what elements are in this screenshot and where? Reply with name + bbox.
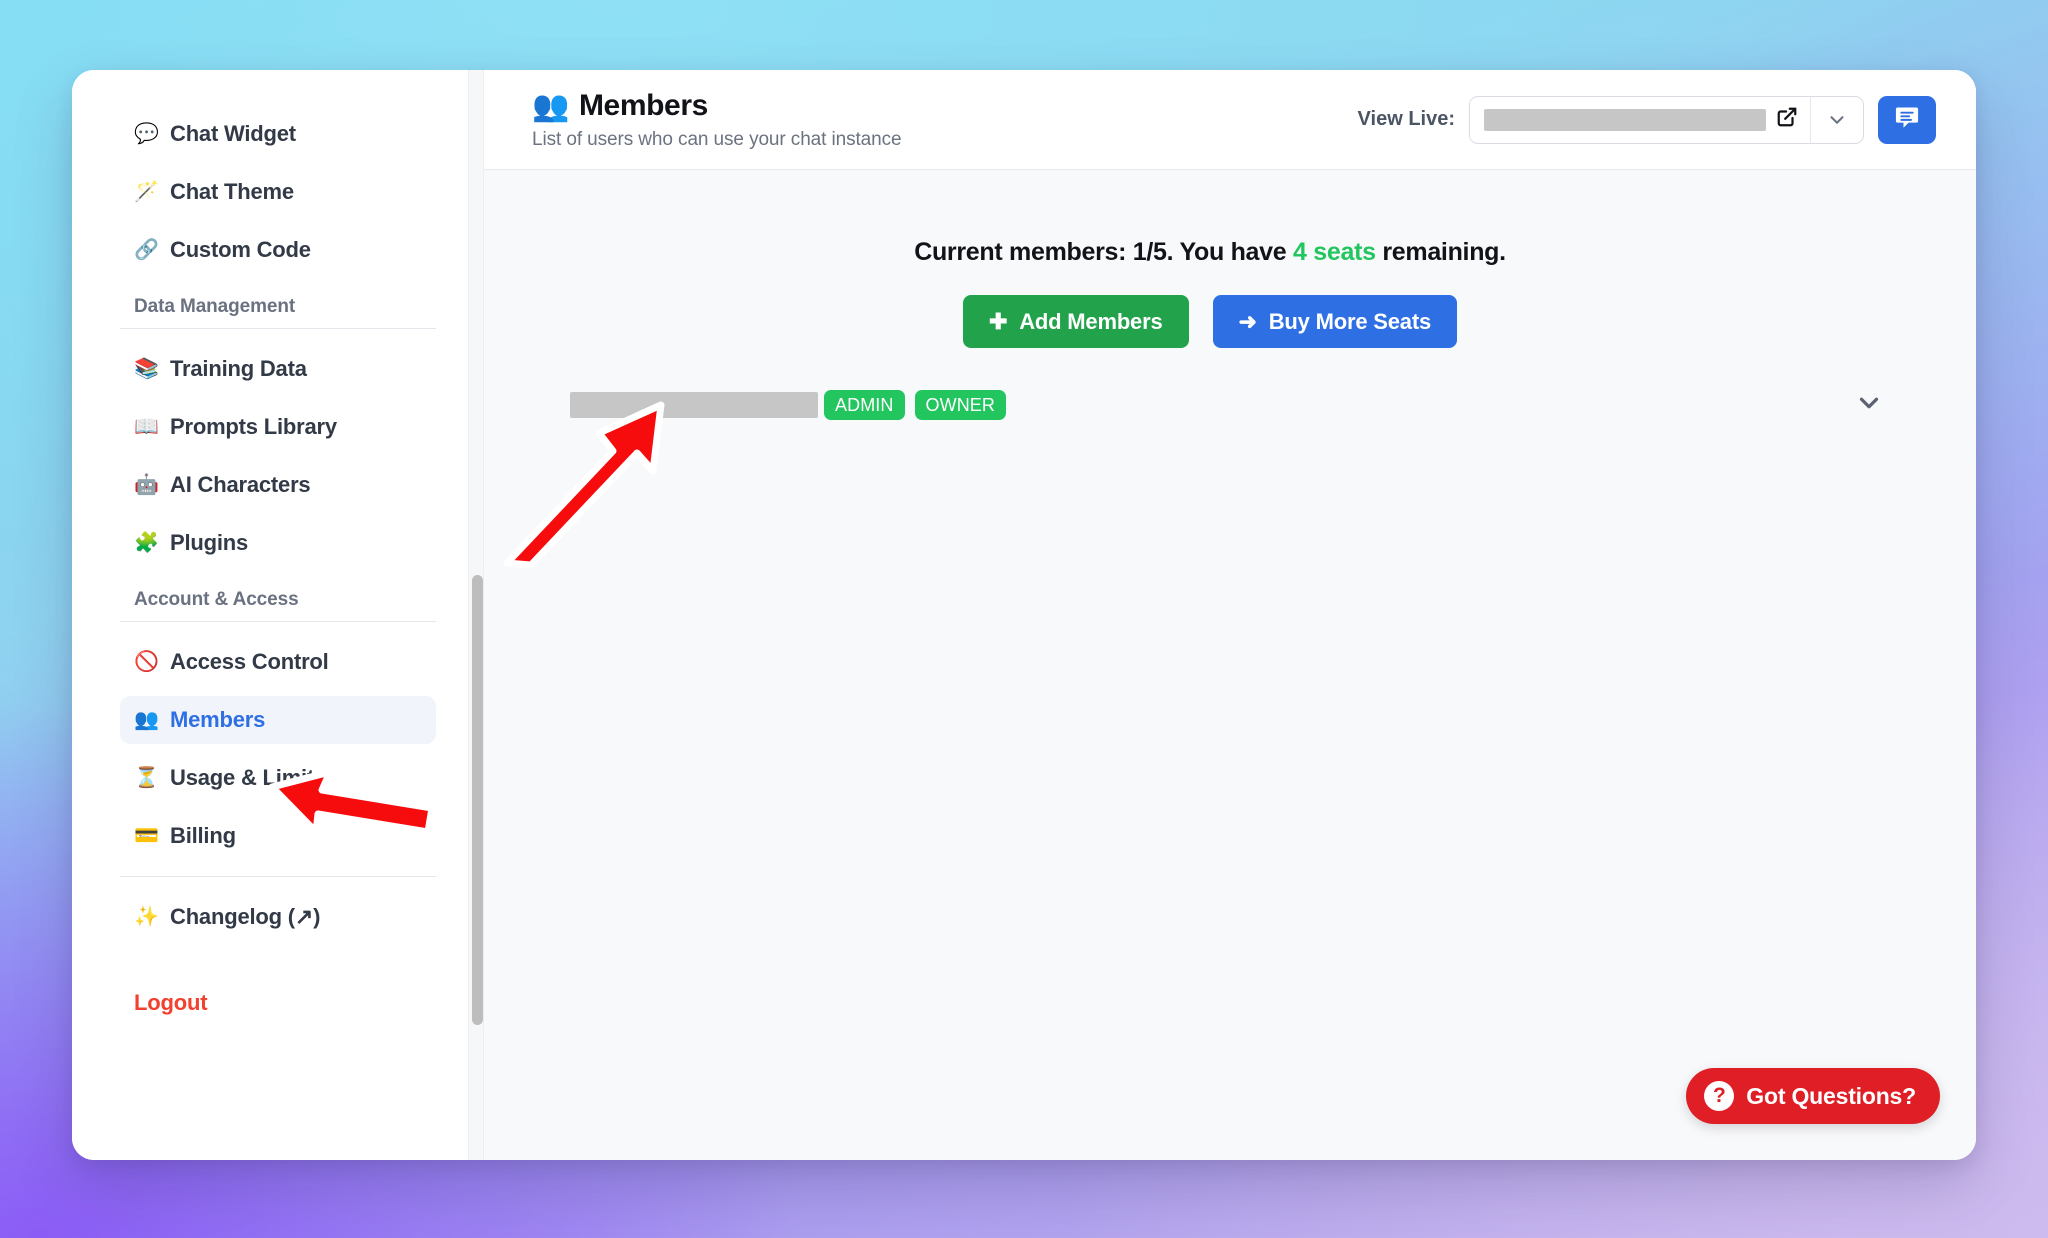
external-link-icon[interactable] bbox=[1776, 106, 1798, 133]
sidebar-item-label: Billing bbox=[170, 823, 236, 848]
status-badge-admin: ADMIN bbox=[824, 390, 905, 420]
sidebar-item-label: Prompts Library bbox=[170, 414, 337, 439]
logout-label: Logout bbox=[134, 990, 208, 1015]
buy-more-seats-button[interactable]: ➜ Buy More Seats bbox=[1212, 295, 1457, 348]
sidebar-item-label: Training Data bbox=[170, 356, 307, 381]
sidebar-item-label: AI Characters bbox=[170, 472, 311, 497]
seats-remaining-highlight: 4 seats bbox=[1293, 238, 1376, 266]
sidebar-item-custom-code[interactable]: 🔗 Custom Code bbox=[120, 226, 436, 274]
sidebar-item-training-data[interactable]: 📚 Training Data bbox=[120, 345, 436, 393]
page-title-text: Members bbox=[578, 89, 708, 122]
magic-wand-icon: 🪄 bbox=[134, 181, 159, 203]
credit-card-icon: 💳 bbox=[134, 825, 159, 847]
sidebar-item-label: Changelog (↗) bbox=[170, 904, 321, 929]
prohibited-icon: 🚫 bbox=[134, 651, 159, 673]
got-questions-button[interactable]: ? Got Questions? bbox=[1686, 1068, 1940, 1124]
sidebar-item-label: Members bbox=[170, 707, 266, 732]
sidebar-item-label: Chat Widget bbox=[170, 121, 296, 146]
view-live-url-redacted bbox=[1484, 108, 1766, 131]
chat-bubble-icon bbox=[1893, 104, 1921, 135]
members-actions: ✚ Add Members ➜ Buy More Seats bbox=[444, 295, 1976, 348]
seat-summary: Current members: 1/5. You have 4 seats r… bbox=[444, 238, 1976, 267]
table-row[interactable]: ADMIN OWNER bbox=[536, 374, 1924, 436]
sidebar-item-changelog[interactable]: ✨ Changelog (↗) bbox=[120, 893, 436, 941]
open-chat-button[interactable] bbox=[1878, 95, 1936, 144]
view-live-url-group bbox=[1469, 95, 1864, 144]
plus-icon: ✚ bbox=[988, 308, 1008, 334]
sidebar-item-ai-characters[interactable]: 🤖 AI Characters bbox=[120, 461, 436, 509]
books-icon: 📚 bbox=[134, 358, 159, 380]
logout-button[interactable]: Logout bbox=[120, 979, 436, 1027]
view-live-dropdown-toggle[interactable] bbox=[1811, 97, 1863, 143]
seat-summary-suffix: remaining. bbox=[1375, 238, 1506, 266]
got-questions-label: Got Questions? bbox=[1746, 1082, 1916, 1109]
arrow-right-icon: ➜ bbox=[1238, 308, 1257, 334]
page-header: 👥 Members List of users who can use your… bbox=[484, 70, 1976, 170]
sidebar-item-members[interactable]: 👥 Members bbox=[120, 696, 436, 744]
sidebar-divider bbox=[120, 876, 436, 877]
view-live-label: View Live: bbox=[1357, 108, 1455, 130]
sidebar-scrollbar-thumb[interactable] bbox=[472, 575, 483, 1025]
content-area: 👥 Members List of users who can use your… bbox=[484, 70, 1976, 1160]
seat-summary-prefix: Current members: 1/5. You have bbox=[914, 238, 1294, 266]
logout-wrapper: Logout bbox=[120, 979, 436, 1027]
sidebar-item-label: Custom Code bbox=[170, 237, 311, 262]
hourglass-icon: ⏳ bbox=[134, 767, 159, 789]
members-panel: Current members: 1/5. You have 4 seats r… bbox=[484, 170, 1976, 1160]
sidebar-scrollbar[interactable] bbox=[468, 70, 484, 1160]
member-row-expand-toggle[interactable] bbox=[1854, 388, 1894, 423]
puzzle-piece-icon: 🧩 bbox=[134, 532, 159, 554]
sidebar-nav: 💬 Chat Widget 🪄 Chat Theme 🔗 Custom Code… bbox=[72, 110, 484, 1027]
status-badge-owner: OWNER bbox=[914, 390, 1006, 420]
page-header-text: 👥 Members List of users who can use your… bbox=[524, 89, 902, 151]
sidebar-item-chat-theme[interactable]: 🪄 Chat Theme bbox=[120, 168, 436, 216]
sidebar-item-usage-limits[interactable]: ⏳ Usage & Limits bbox=[120, 754, 436, 802]
sidebar-item-chat-widget[interactable]: 💬 Chat Widget bbox=[120, 110, 436, 158]
sidebar-item-billing[interactable]: 💳 Billing bbox=[120, 812, 436, 860]
busts-in-silhouette-icon: 👥 bbox=[134, 709, 159, 731]
sidebar-divider bbox=[120, 328, 436, 329]
sidebar-item-prompts-library[interactable]: 📖 Prompts Library bbox=[120, 403, 436, 451]
question-mark-icon: ? bbox=[1704, 1081, 1735, 1111]
chevron-down-icon bbox=[1830, 115, 1844, 124]
page-title: 👥 Members bbox=[532, 89, 901, 124]
sidebar-item-label: Access Control bbox=[170, 649, 329, 674]
sidebar-item-label: Plugins bbox=[170, 530, 249, 555]
buy-more-seats-label: Buy More Seats bbox=[1268, 308, 1431, 334]
add-members-button[interactable]: ✚ Add Members bbox=[962, 295, 1189, 348]
sidebar-item-label: Usage & Limits bbox=[170, 765, 327, 790]
member-email-redacted bbox=[570, 392, 818, 418]
add-members-label: Add Members bbox=[1019, 308, 1163, 334]
speech-balloon-icon: 💬 bbox=[134, 123, 159, 145]
view-live-group: View Live: bbox=[1357, 95, 1936, 144]
open-book-icon: 📖 bbox=[134, 416, 159, 438]
sidebar: 💬 Chat Widget 🪄 Chat Theme 🔗 Custom Code… bbox=[72, 70, 484, 1160]
sidebar-section-data-management: Data Management bbox=[134, 296, 296, 317]
sidebar-divider bbox=[120, 621, 436, 622]
app-window: 💬 Chat Widget 🪄 Chat Theme 🔗 Custom Code… bbox=[72, 70, 1976, 1160]
page-subtitle: List of users who can use your chat inst… bbox=[532, 128, 902, 150]
chevron-down-icon bbox=[1859, 397, 1879, 408]
robot-icon: 🤖 bbox=[134, 474, 159, 496]
sidebar-item-access-control[interactable]: 🚫 Access Control bbox=[120, 638, 436, 686]
busts-in-silhouette-icon: 👥 bbox=[532, 89, 569, 123]
link-icon: 🔗 bbox=[134, 239, 159, 261]
sidebar-item-label: Chat Theme bbox=[170, 179, 294, 204]
sidebar-item-plugins[interactable]: 🧩 Plugins bbox=[120, 519, 436, 567]
sidebar-section-account-access: Account & Access bbox=[134, 589, 299, 610]
view-live-url-field[interactable] bbox=[1470, 97, 1810, 143]
sparkles-icon: ✨ bbox=[134, 906, 159, 928]
